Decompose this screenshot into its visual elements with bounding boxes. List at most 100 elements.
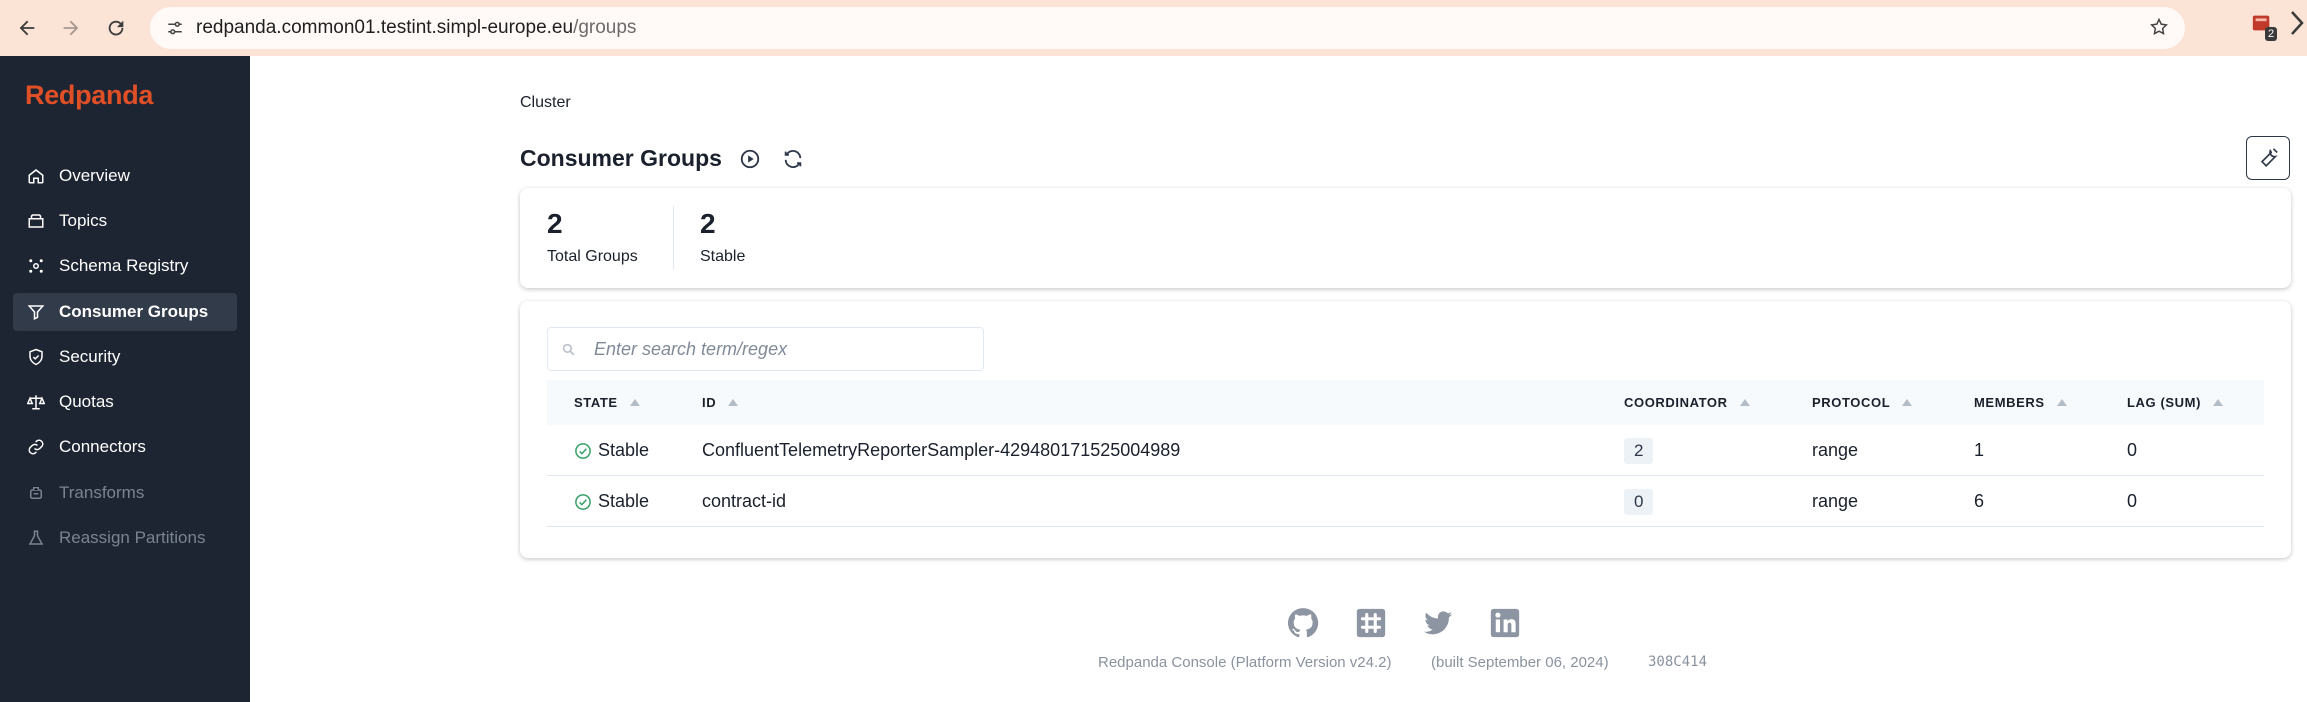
cell-coordinator: 0	[1624, 476, 1654, 527]
slack-icon[interactable]	[1354, 606, 1388, 640]
github-icon[interactable]	[1286, 606, 1320, 640]
cell-protocol: range	[1812, 491, 1859, 511]
state-label: Stable	[598, 491, 650, 511]
sort-arrow-icon	[1739, 399, 1750, 406]
schema-icon	[25, 255, 47, 277]
funnel-icon	[25, 301, 47, 323]
sidebar-item-label: Connectors	[59, 437, 146, 456]
cell-id[interactable]: contract-id	[702, 476, 786, 527]
footer-commit[interactable]: 308C414	[1648, 654, 1707, 670]
stat-stable: 2 Stable	[700, 208, 745, 266]
cell-state: Stable	[574, 425, 649, 476]
refresh-button[interactable]	[780, 146, 806, 172]
cell-coordinator: 2	[1624, 425, 1654, 476]
stats-card: 2 Total Groups 2 Stable	[520, 188, 2291, 288]
state-label: Stable	[598, 440, 650, 460]
url-path: /groups	[573, 17, 637, 38]
footer-version: Redpanda Console (Platform Version v24.2…	[1098, 654, 1392, 671]
column-header-id[interactable]: ID	[702, 380, 739, 425]
shield-icon	[25, 346, 47, 368]
sidebar-item-overview[interactable]: Overview	[13, 157, 237, 195]
sort-arrow-icon	[629, 399, 640, 406]
url-host: redpanda.common01.testint.simpl-europe.e…	[196, 17, 574, 38]
arrow-right-icon	[63, 20, 79, 36]
linkedin-icon[interactable]	[1488, 606, 1522, 640]
stat-value: 2	[547, 208, 563, 239]
column-header-label: COORDINATOR	[1624, 395, 1728, 410]
link-icon	[25, 436, 47, 458]
cell-protocol: range	[1812, 440, 1859, 460]
scale-icon	[25, 391, 47, 413]
column-header-members[interactable]: MEMBERS	[1974, 380, 2067, 425]
stat-label: Stable	[700, 248, 746, 265]
table-row[interactable]: Stable ConfluentTelemetryReporterSampler…	[547, 425, 2264, 476]
column-header-coordinator[interactable]: COORDINATOR	[1624, 380, 1750, 425]
sidebar-item-quotas[interactable]: Quotas	[13, 383, 237, 421]
sidebar-item-security[interactable]: Security	[13, 338, 237, 376]
column-header-state[interactable]: STATE	[574, 380, 640, 425]
stat-divider	[673, 206, 674, 270]
column-header-label: PROTOCOL	[1812, 395, 1891, 410]
check-circle-icon	[574, 493, 592, 511]
play-circle-icon	[740, 149, 760, 169]
search-box	[547, 327, 984, 371]
check-circle-icon	[574, 442, 592, 460]
search-icon	[562, 343, 578, 356]
column-header-lag[interactable]: LAG (SUM)	[2127, 380, 2223, 425]
home-icon	[25, 165, 47, 187]
sidebar-item-label: Quotas	[59, 392, 114, 411]
sidebar-item-label: Overview	[59, 166, 130, 185]
cell-lag: 0	[2127, 440, 2138, 460]
transforms-icon	[25, 482, 47, 504]
bookmark-star-icon[interactable]	[2149, 17, 2169, 43]
arrow-left-icon	[19, 20, 35, 36]
forward-button[interactable]	[51, 8, 91, 48]
table-header: STATE ID COORDINATOR PROTOCOL MEMBERS LA…	[547, 380, 2264, 425]
sort-arrow-icon	[1902, 399, 1913, 406]
extension-badge: 2	[2265, 27, 2278, 41]
url-text: redpanda.common01.testint.simpl-europe.e…	[196, 17, 636, 39]
table-row[interactable]: Stable contract-id 0 range 6 0	[547, 476, 2264, 527]
breadcrumb[interactable]: Cluster	[520, 94, 571, 112]
sidebar-item-label: Topics	[59, 211, 108, 230]
coordinator-badge: 0	[1624, 488, 1654, 515]
sort-arrow-icon	[728, 399, 739, 406]
sidebar-item-connectors[interactable]: Connectors	[13, 428, 237, 466]
column-header-label: STATE	[574, 395, 618, 410]
site-info-button[interactable]	[160, 13, 190, 43]
sidebar-item-consumer-groups[interactable]: Consumer Groups	[13, 293, 237, 331]
extension-button[interactable]: 2	[2251, 12, 2281, 42]
cell-lag: 0	[2127, 491, 2138, 511]
sort-arrow-icon	[2056, 399, 2067, 406]
reload-button[interactable]	[96, 8, 136, 48]
sidebar: Redpanda Overview Topics Schema Registry…	[0, 56, 250, 702]
page-title: Consumer Groups	[520, 145, 722, 171]
back-button[interactable]	[7, 8, 47, 48]
redpanda-logo[interactable]: Redpanda	[25, 80, 153, 111]
stat-label: Total Groups	[547, 248, 638, 265]
sidebar-item-schema-registry[interactable]: Schema Registry	[13, 247, 237, 285]
extensions-more-icon[interactable]	[2290, 10, 2304, 43]
debug-tools-button[interactable]	[2246, 136, 2290, 180]
sidebar-item-label: Schema Registry	[59, 256, 189, 275]
sidebar-item-topics[interactable]: Topics	[13, 202, 237, 240]
sidebar-item-transforms[interactable]: Transforms	[13, 474, 237, 512]
column-header-label: ID	[702, 395, 717, 410]
consumer-groups-card: STATE ID COORDINATOR PROTOCOL MEMBERS LA…	[520, 301, 2291, 558]
address-bar[interactable]: redpanda.common01.testint.simpl-europe.e…	[150, 7, 2185, 49]
sidebar-item-label: Security	[59, 347, 121, 366]
twitter-icon[interactable]	[1421, 606, 1455, 640]
wrench-icon	[2260, 148, 2278, 167]
cell-id[interactable]: ConfluentTelemetryReporterSampler-429480…	[702, 425, 1180, 476]
stat-value: 2	[700, 208, 716, 239]
browser-toolbar: redpanda.common01.testint.simpl-europe.e…	[0, 0, 2307, 56]
column-header-protocol[interactable]: PROTOCOL	[1812, 380, 1913, 425]
sidebar-item-reassign-partitions[interactable]: Reassign Partitions	[13, 519, 237, 557]
column-header-label: MEMBERS	[1974, 395, 2045, 410]
auto-refresh-button[interactable]	[737, 146, 763, 172]
search-input[interactable]	[594, 338, 974, 360]
cell-members: 6	[1974, 491, 1985, 511]
coordinator-badge: 2	[1624, 437, 1654, 464]
sidebar-item-label: Transforms	[59, 483, 145, 502]
flask-icon	[25, 527, 47, 549]
